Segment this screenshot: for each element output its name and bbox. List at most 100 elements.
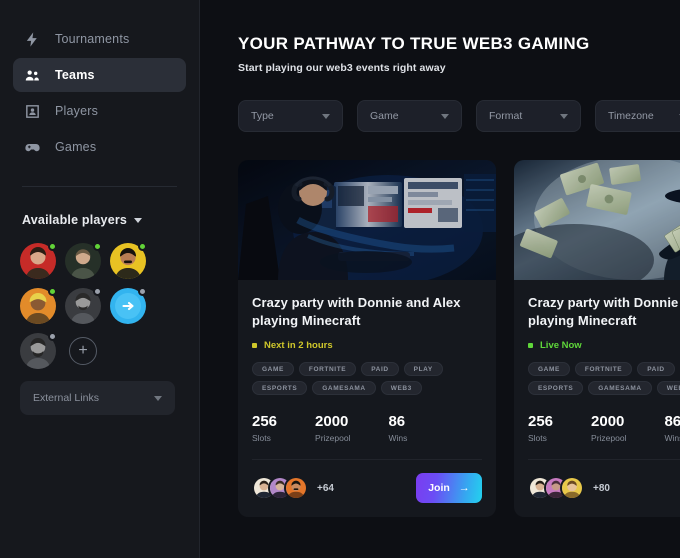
stat-value: 2000 [315, 413, 349, 431]
chevron-down-icon [322, 113, 330, 119]
stat-label: Wins [664, 433, 680, 444]
tag[interactable]: PAID [361, 362, 399, 377]
event-card-body: Crazy party with Donnie and Alex playing… [514, 280, 680, 459]
stat-value: 86 [664, 413, 680, 431]
event-card-list: Crazy party with Donnie and Alex playing… [238, 160, 680, 518]
event-card[interactable]: Crazy party with Donnie and Alex playing… [514, 160, 680, 518]
player-card-icon [24, 103, 41, 120]
chevron-down-icon [441, 113, 449, 119]
participant-avatar [284, 476, 308, 501]
participant-avatar [560, 476, 584, 501]
tag[interactable]: PAID [637, 362, 675, 377]
tag[interactable]: FORTNITE [574, 362, 633, 377]
stat-wins: 86 Wins [664, 413, 680, 443]
event-stats: 256 Slots 2000 Prizepool 86 Wins [528, 413, 680, 459]
player-avatar[interactable] [65, 242, 102, 279]
player-avatar[interactable] [20, 332, 57, 369]
main-content: YOUR PATHWAY TO TRUE WEB3 GAMING Start p… [200, 0, 680, 558]
app-root: Tournaments Teams Players Games Availabl… [0, 0, 680, 558]
sidebar-item-players[interactable]: Players [13, 94, 186, 128]
stat-value: 256 [252, 413, 278, 431]
join-label: Join [428, 482, 450, 495]
status-dot [252, 343, 257, 349]
stat-prizepool: 2000 Prizepool [591, 413, 626, 443]
chevron-down-icon [154, 395, 162, 401]
tag[interactable]: WEB3 [380, 381, 422, 396]
gamepad-icon [24, 139, 41, 156]
join-button[interactable]: Join → [416, 473, 482, 504]
filter-format[interactable]: Format [476, 100, 581, 132]
page-title: YOUR PATHWAY TO TRUE WEB3 GAMING [238, 34, 590, 53]
filter-label: Game [370, 110, 399, 122]
filter-game[interactable]: Game [357, 100, 462, 132]
stat-label: Wins [388, 433, 408, 444]
tag[interactable]: PLAY [403, 362, 443, 377]
tag[interactable]: ESPORTS [252, 381, 308, 396]
arrow-right-icon: → [458, 481, 470, 494]
tag[interactable]: ESPORTS [528, 381, 584, 396]
event-card-footer: +80 Join → [528, 459, 680, 517]
tag[interactable]: WEB3 [656, 381, 680, 396]
chevron-down-icon [560, 113, 568, 119]
participant-stack[interactable]: +80 [528, 476, 610, 501]
sidebar-item-teams[interactable]: Teams [13, 58, 186, 92]
sidebar-item-label: Tournaments [55, 32, 130, 46]
sidebar-item-tournaments[interactable]: Tournaments [13, 22, 186, 56]
event-title: Crazy party with Donnie and Alex playing… [252, 295, 461, 328]
chevron-down-icon[interactable] [134, 217, 143, 223]
people-icon [24, 67, 41, 84]
filter-type[interactable]: Type [238, 100, 343, 132]
event-status: Live Now [528, 340, 680, 351]
event-stats: 256 Slots 2000 Prizepool 86 Wins [252, 413, 482, 459]
player-avatar[interactable] [65, 287, 102, 324]
sidebar-item-label: Teams [55, 68, 95, 82]
player-avatar[interactable] [110, 242, 147, 279]
player-avatar[interactable] [20, 242, 57, 279]
bolt-icon [24, 31, 41, 48]
tag[interactable]: GAME [252, 362, 294, 377]
filter-label: Format [489, 110, 523, 122]
status-dot-online [138, 242, 147, 251]
stat-slots: 256 Slots [528, 413, 553, 443]
sidebar: Tournaments Teams Players Games Availabl… [0, 0, 200, 558]
filter-label: Type [251, 110, 274, 122]
add-player-button[interactable]: + [69, 337, 97, 365]
participant-stack[interactable]: +64 [252, 476, 334, 501]
tag[interactable]: GAMESAMA [312, 381, 376, 396]
stat-label: Prizepool [315, 433, 351, 444]
stat-slots: 256 Slots [252, 413, 277, 443]
stat-prizepool: 2000 Prizepool [315, 413, 350, 443]
filter-bar: Type Game Format Timezone [238, 100, 680, 132]
status-label: Next in 2 hours [264, 340, 333, 352]
status-dot-offline [138, 287, 147, 296]
event-card-body: Crazy party with Donnie and Alex playing… [238, 280, 496, 459]
filter-timezone[interactable]: Timezone [595, 100, 680, 132]
tag[interactable]: GAMESAMA [588, 381, 652, 396]
external-links-dropdown[interactable]: External Links [20, 381, 175, 415]
sidebar-item-games[interactable]: Games [13, 130, 186, 164]
status-dot-offline [48, 332, 57, 341]
event-thumbnail-cash-money-character [514, 160, 680, 280]
available-players-header[interactable]: Available players [0, 187, 199, 227]
event-tags: GAME FORTNITE PAID PLAY ESPORTS GAMESAMA… [252, 362, 482, 396]
stat-label: Slots [252, 433, 271, 444]
external-links-label: External Links [33, 392, 99, 404]
status-dot-online [48, 242, 57, 251]
player-avatar-invite[interactable] [110, 287, 147, 324]
sidebar-item-label: Games [55, 140, 97, 154]
stat-label: Slots [528, 433, 547, 444]
tag[interactable]: GAME [528, 362, 570, 377]
status-dot-online [93, 242, 102, 251]
page-subtitle: Start playing our web3 events right away [238, 62, 446, 74]
plus-icon: + [78, 342, 88, 359]
tag[interactable]: FORTNITE [298, 362, 357, 377]
sidebar-nav: Tournaments Teams Players Games [0, 22, 199, 164]
event-thumbnail-esports-gamer-monitors [238, 160, 496, 280]
event-card[interactable]: Crazy party with Donnie and Alex playing… [238, 160, 496, 518]
event-status: Next in 2 hours [252, 340, 482, 351]
filter-label: Timezone [608, 110, 654, 122]
player-avatar[interactable] [20, 287, 57, 324]
stat-value: 2000 [591, 413, 625, 431]
event-tags: GAME FORTNITE PAID PLAY ESPORTS GAMESAMA… [528, 362, 680, 396]
stat-value: 256 [528, 413, 554, 431]
